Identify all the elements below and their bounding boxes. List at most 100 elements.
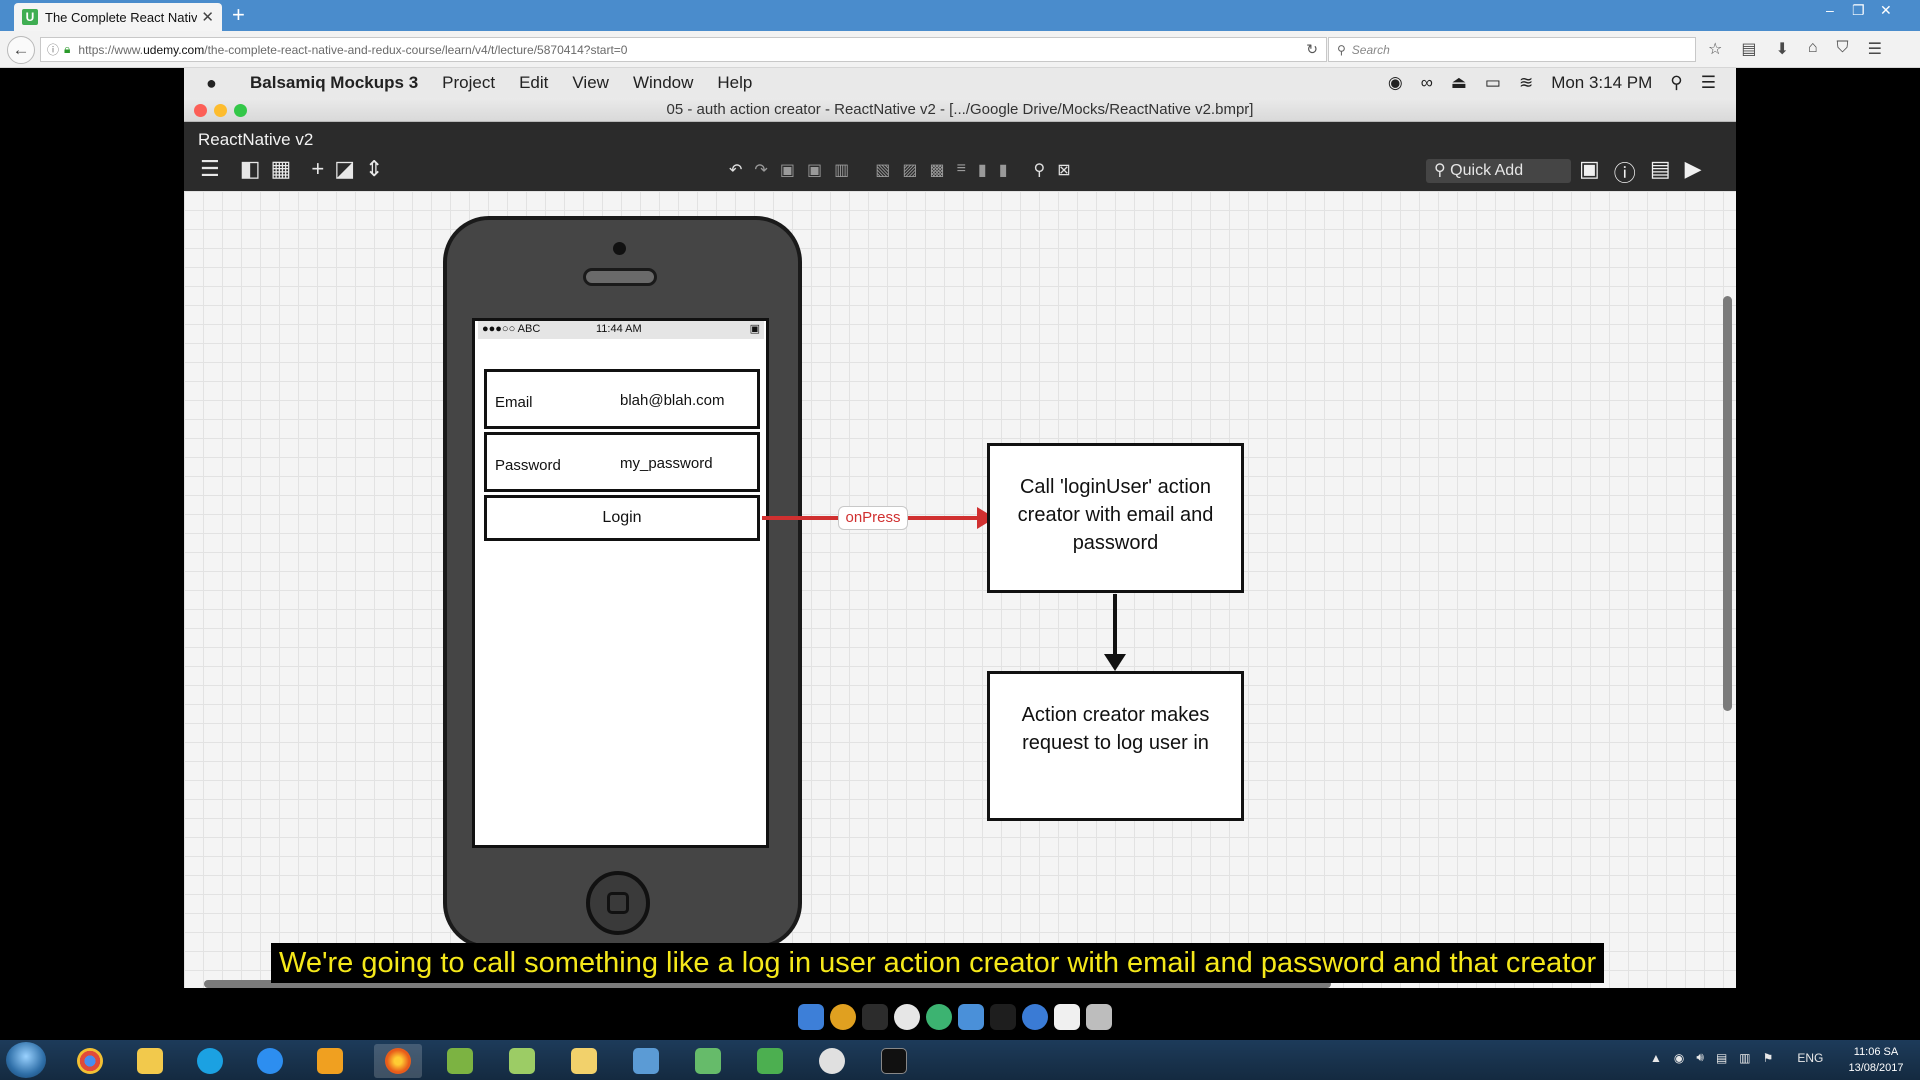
close-dot-icon xyxy=(194,104,207,117)
menu-view: View xyxy=(572,73,609,92)
battery-icon: ▣ xyxy=(749,323,760,335)
mac-menu-bar: ● Balsamiq Mockups 3 Project Edit View W… xyxy=(184,68,1736,98)
network-icon[interactable]: ▥ xyxy=(1739,1051,1750,1065)
windows-taskbar: ▲ ◉ 🔊︎ ▤ ▥ ⚑ ENG 11:06 SA 13/08/2017 xyxy=(0,1040,1920,1080)
browser-tab-bar: U The Complete React Native ✕ + ‒ ❐ ✕ xyxy=(0,0,1920,31)
align-icon: ≡ xyxy=(956,160,966,177)
zalo-taskbar-icon[interactable] xyxy=(246,1044,294,1078)
password-label: Password xyxy=(495,457,561,474)
info-icon: ⓘ xyxy=(1613,161,1636,186)
apple-icon: ● xyxy=(206,72,217,93)
minimize-dot-icon xyxy=(214,104,227,117)
email-field: Email blah@blah.com xyxy=(484,369,760,429)
vertical-scrollbar xyxy=(1723,296,1732,711)
window-close-icon[interactable]: ✕ xyxy=(1880,2,1892,19)
phone-camera xyxy=(613,242,626,255)
green-taskbar-icon[interactable] xyxy=(684,1044,732,1078)
firefox-taskbar-icon[interactable] xyxy=(374,1044,422,1078)
taskbar-time: 11:06 SA xyxy=(1853,1046,1899,1058)
volume-icon[interactable]: 🔊︎ xyxy=(1696,1050,1704,1065)
files-taskbar-icon[interactable] xyxy=(560,1044,608,1078)
taskbar-clock[interactable]: 11:06 SA 13/08/2017 xyxy=(1836,1044,1916,1076)
app-taskbar-icon[interactable] xyxy=(306,1044,354,1078)
password-value: my_password xyxy=(620,455,713,472)
menu-help: Help xyxy=(717,73,753,92)
back-button[interactable]: ← xyxy=(7,36,35,64)
right-tools: ▣ ⓘ ▤ ▶ xyxy=(1579,156,1702,188)
app-name: Balsamiq Mockups 3 xyxy=(250,73,419,92)
new-tab-button[interactable]: + xyxy=(232,4,245,26)
close-tab-icon[interactable]: ✕ xyxy=(201,8,214,26)
info-icon[interactable]: ⓘ xyxy=(47,41,59,58)
pocket-icon[interactable]: ⛉ xyxy=(1837,39,1849,59)
tray-expand-icon[interactable]: ▲ xyxy=(1650,1051,1662,1065)
language-indicator[interactable]: ENG xyxy=(1797,1051,1823,1065)
properties-icon: ▤ xyxy=(1649,156,1671,181)
mockup-canvas xyxy=(184,191,1736,988)
phone-home-button xyxy=(586,871,650,935)
quick-add-input: ⚲ Quick Add xyxy=(1426,159,1571,183)
edit-tools: ↶ ↷ ▣ ▣ ▥ ▧ ▨ ▩ ≡ ▮ ▮ ⚲ ⊠ xyxy=(729,160,1071,180)
skype-taskbar-icon[interactable] xyxy=(186,1044,234,1078)
home-taskbar-icon[interactable] xyxy=(746,1044,794,1078)
present-icon: ▶ xyxy=(1684,156,1702,181)
url-domain: udemy.com xyxy=(143,42,205,57)
minimize-icon[interactable]: ‒ xyxy=(1826,2,1834,18)
trash-icon xyxy=(1086,1004,1112,1030)
notepad-taskbar-icon[interactable] xyxy=(498,1044,546,1078)
menu-project: Project xyxy=(442,73,496,92)
carrier-label: ●●●○○ ABC xyxy=(482,323,541,335)
redo-icon: ↷ xyxy=(754,162,768,179)
battery-icon: ▭ xyxy=(1484,73,1501,92)
tray-doc-icon[interactable]: ▤ xyxy=(1716,1051,1727,1065)
status-time: 11:44 AM xyxy=(596,323,642,335)
reading-list-icon[interactable]: ▤ xyxy=(1741,39,1756,59)
search-icon: ⚲ xyxy=(1337,42,1346,57)
add-icon: + xyxy=(311,156,325,181)
document-icon xyxy=(1054,1004,1080,1030)
android-studio-taskbar-icon[interactable] xyxy=(436,1044,484,1078)
cmd-taskbar-icon[interactable] xyxy=(870,1044,918,1078)
copy-icon: ▣ xyxy=(779,162,795,179)
start-button[interactable] xyxy=(6,1042,46,1078)
explorer-taskbar-icon[interactable] xyxy=(126,1044,174,1078)
download-icon[interactable]: ⬇ xyxy=(1775,39,1788,59)
chrome-icon xyxy=(830,1004,856,1030)
restore-icon[interactable]: ❐ xyxy=(1852,2,1865,19)
tab-title: The Complete React Native xyxy=(45,9,198,25)
layers-icon: ◪ xyxy=(334,156,355,181)
browser-nav-bar: ← ⓘ 🔒︎ https://www. udemy.com/the-complet… xyxy=(0,31,1920,68)
quick-add-label: Quick Add xyxy=(1450,162,1524,179)
home-icon[interactable]: ⌂ xyxy=(1808,39,1818,59)
onpress-label: onPress xyxy=(838,506,908,530)
search-input[interactable]: ⚲ Search xyxy=(1328,37,1696,62)
bookmark-star-icon[interactable]: ☆ xyxy=(1708,39,1722,59)
front-icon: ▩ xyxy=(929,162,945,179)
record-icon: ◉ xyxy=(1387,73,1403,92)
tray-app-icon[interactable]: ◉ xyxy=(1674,1051,1684,1065)
menu-icon: ☰ xyxy=(200,156,220,181)
airplay-icon: ⏏ xyxy=(1450,73,1467,92)
terminal-icon xyxy=(862,1004,888,1030)
hamburger-menu-icon[interactable]: ☰ xyxy=(1868,39,1882,59)
url-path: /the-complete-react-native-and-redux-cou… xyxy=(204,42,628,57)
udemy-favicon-icon: U xyxy=(22,9,38,25)
tab-udemy[interactable]: U The Complete React Native ✕ xyxy=(14,3,222,31)
taskbar-date: 13/08/2017 xyxy=(1848,1062,1904,1074)
project-name: ReactNative v2 xyxy=(198,130,314,149)
duplicate-icon: ▣ xyxy=(806,162,823,179)
mac-dock xyxy=(792,996,1128,1038)
video-subtitle: We're going to call something like a log… xyxy=(271,943,1605,983)
reload-icon[interactable]: ↻ xyxy=(1306,41,1318,58)
window-title: 05 - auth action creator - ReactNative v… xyxy=(666,101,1254,118)
window-taskbar-icon[interactable] xyxy=(622,1044,670,1078)
paint-taskbar-icon[interactable] xyxy=(808,1044,856,1078)
tray-flag-icon[interactable]: ⚑ xyxy=(1763,1051,1774,1065)
browser-icon xyxy=(1022,1004,1048,1030)
lock-icon: ▮ xyxy=(977,162,987,179)
url-bar[interactable]: ⓘ 🔒︎ https://www. udemy.com/the-complete-… xyxy=(40,37,1327,62)
email-value: blah@blah.com xyxy=(620,392,725,409)
trash-icon: ▮ xyxy=(998,162,1008,179)
chrome-taskbar-icon[interactable] xyxy=(66,1044,114,1078)
panel-icon: ◧ xyxy=(239,156,261,181)
